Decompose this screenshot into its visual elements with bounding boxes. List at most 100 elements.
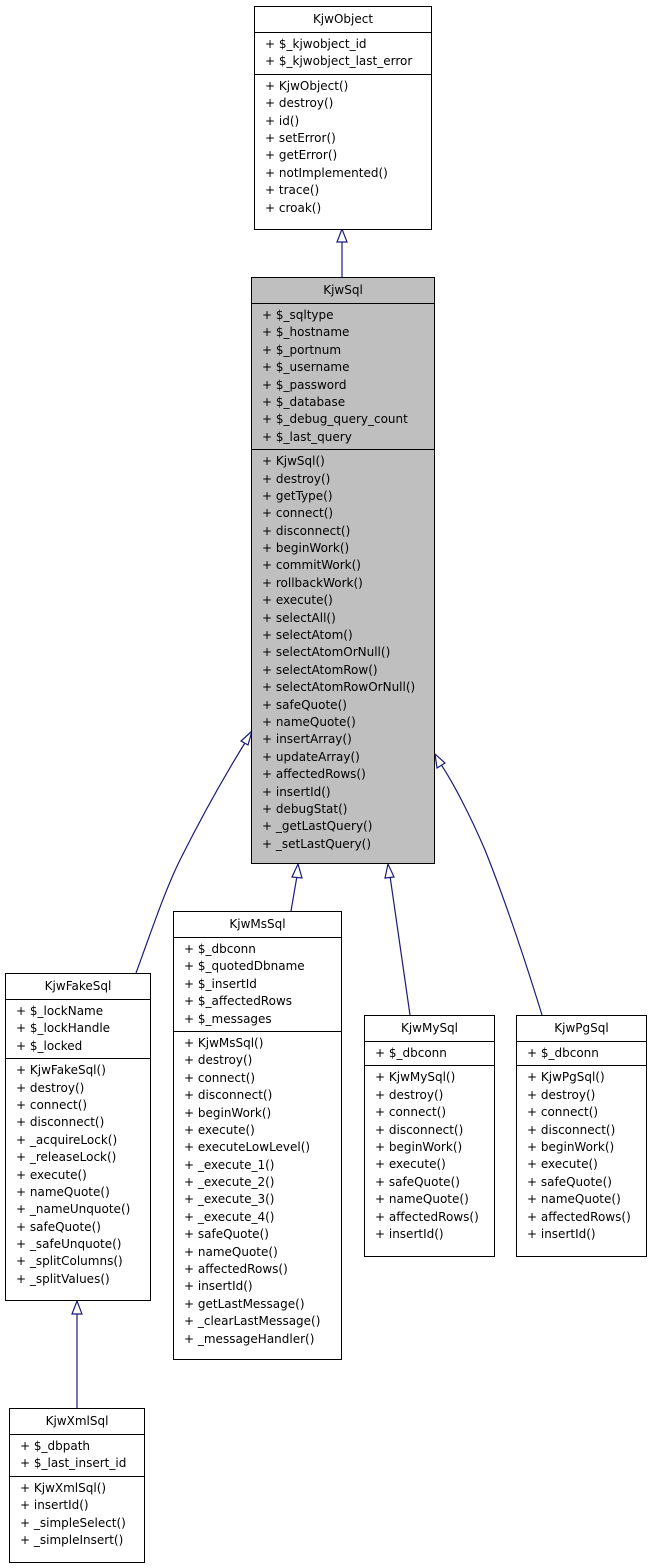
method-row: + insertId() [262,784,331,799]
method-row: + _clearLastMessage() [184,1314,321,1329]
attribute-row: + $_insertId [184,976,257,991]
method-row: + KjwFakeSql() [16,1063,106,1078]
method-row: + _acquireLock() [16,1132,118,1147]
method-row: + safeQuote() [184,1227,269,1242]
class-box-kjwobject[interactable]: KjwObject + $_kjwobject_id + $_kjwobject_… [254,6,432,230]
attribute-row: + $_sqltype [262,308,334,322]
attribute-row: + $_hostname [262,325,350,340]
method-row: + KjwMsSql() [184,1035,264,1050]
method-row: + safeQuote() [16,1219,101,1234]
method-row: + _execute_3() [184,1192,275,1207]
method-row: + insertId() [184,1279,253,1294]
class-box-kjwxmlsql[interactable]: KjwXmlSql + $_dbpath + $_last_insert_id +… [9,1408,145,1563]
method-row: + _setLastQuery() [262,836,372,851]
method-row: + _simpleInsert() [20,1532,124,1547]
method-row: + insertId() [527,1226,596,1241]
method-row: + selectAtomRow() [262,662,378,677]
method-row: + destroy() [527,1087,596,1102]
edge-kjwmysql-to-kjwsql [389,875,411,1016]
attribute-row: + $_dbconn [184,942,256,956]
method-row: + getError() [265,148,338,163]
class-box-kjwmssql[interactable]: KjwMsSql + $_dbconn + $_quotedDbname + $_i… [173,911,342,1360]
attribute-row: + $_last_insert_id [20,1456,127,1471]
method-row: + _safeUnquote() [16,1237,122,1252]
method-row: + _messageHandler() [184,1331,315,1346]
method-row: + affectedRows() [262,767,366,782]
class-box-kjwsql[interactable]: KjwSql + $_sqltype + $_hostname + $_portnu… [251,277,435,864]
methods-section: + KjwSql() + destroy() + getType() + connec… [252,450,434,856]
method-row: + executeLowLevel() [184,1140,311,1155]
method-row: + disconnect() [262,523,351,538]
class-box-kjwmysql[interactable]: KjwMySql + $_dbconn + KjwMySql() + destro… [364,1015,495,1257]
method-row: + debugStat() [262,801,348,816]
method-row: + _simpleSelect() [20,1515,126,1530]
method-row: + disconnect() [184,1088,273,1103]
attributes-section: + $_dbconn [517,1042,646,1067]
method-row: + _splitValues() [16,1271,110,1286]
attribute-row: + $_database [262,394,346,409]
method-row: + connect() [527,1105,599,1120]
method-row: + _getLastQuery() [262,819,373,834]
method-row: + nameQuote() [375,1192,469,1207]
method-row: + setError() [265,130,336,145]
method-row: + KjwObject() [265,78,349,93]
method-row: + connect() [16,1097,88,1112]
inherit-arrowhead-icon [384,862,395,879]
class-name: KjwFakeSql [6,974,150,1000]
method-row: + destroy() [262,471,331,486]
attribute-row: + $_last_query [262,429,352,444]
attribute-row: + $_kjwobject_id [265,37,367,51]
method-row: + _execute_4() [184,1209,275,1224]
method-row: + id() [265,113,300,128]
method-row: + selectAll() [262,610,336,625]
method-row: + updateArray() [262,749,360,764]
method-row: + beginWork() [262,541,350,556]
method-row: + execute() [375,1157,446,1172]
method-row: + execute() [262,593,333,608]
method-row: + nameQuote() [16,1184,110,1199]
attributes-section: + $_dbpath + $_last_insert_id [10,1435,144,1477]
method-row: + execute() [184,1122,255,1137]
method-row: + KjwSql() [262,454,325,469]
method-row: + KjwXmlSql() [20,1480,107,1495]
attribute-row: + $_username [262,360,350,375]
attributes-section: + $_lockName + $_lockHandle + $_locked [6,1000,150,1060]
method-row: + connect() [184,1070,256,1085]
method-row: + trace() [265,183,320,198]
class-name: KjwMySql [365,1016,494,1042]
class-box-kjwpgsql[interactable]: KjwPgSql + $_dbconn + KjwPgSql() + destro… [516,1015,647,1257]
method-row: + disconnect() [375,1122,464,1137]
method-row: + KjwMySql() [375,1070,456,1085]
method-row: + croak() [265,200,322,215]
method-row: + destroy() [375,1087,444,1102]
attribute-row: + $_quotedDbname [184,959,305,974]
method-row: + destroy() [265,96,334,111]
method-row: + beginWork() [527,1139,615,1154]
method-row: + affectedRows() [184,1262,288,1277]
attributes-section: + $_dbconn + $_quotedDbname + $_insertId + … [174,938,341,1032]
method-row: + disconnect() [16,1115,105,1130]
method-row: + connect() [262,506,334,521]
method-row: + destroy() [16,1080,85,1095]
method-row: + getType() [262,488,333,503]
method-row: + affectedRows() [375,1209,479,1224]
method-row: + safeQuote() [262,697,347,712]
method-row: + selectAtom() [262,628,353,643]
method-row: + _nameUnquote() [16,1202,131,1217]
attribute-row: + $_lockName [16,1004,104,1018]
method-row: + _execute_1() [184,1157,275,1172]
methods-section: + KjwMsSql() + destroy() + connect() + disc… [174,1032,341,1351]
method-row: + safeQuote() [375,1174,460,1189]
method-row: + insertId() [20,1498,89,1513]
attributes-section: + $_kjwobject_id + $_kjwobject_last_error [255,33,431,75]
method-row: + _releaseLock() [16,1150,117,1165]
edge-kjwpgsql-to-kjwsql [437,759,543,1016]
method-row: + selectAtomOrNull() [262,645,391,660]
class-name: KjwObject [255,7,431,33]
inherit-arrowhead-icon [291,862,303,879]
attribute-row: + $_messages [184,1011,272,1026]
method-row: + nameQuote() [527,1192,621,1207]
attribute-row: + $_debug_query_count [262,412,408,427]
method-row: + _execute_2() [184,1175,275,1190]
class-box-kjwfakesql[interactable]: KjwFakeSql + $_lockName + $_lockHandle + $… [5,973,151,1301]
